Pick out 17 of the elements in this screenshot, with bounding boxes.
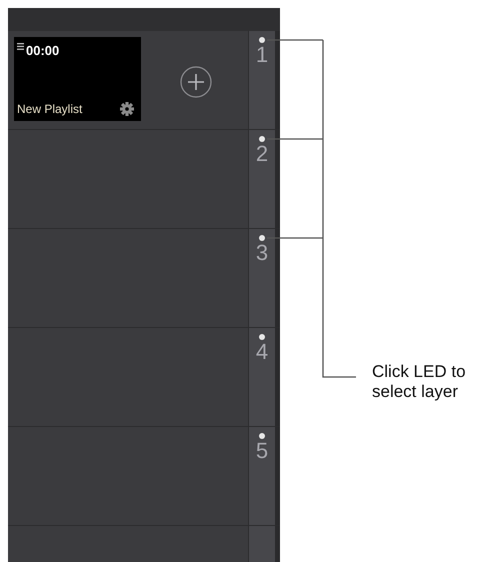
- playlist-card[interactable]: 00:00 New Playlist: [14, 37, 141, 121]
- layer-led[interactable]: [259, 433, 265, 439]
- layer-led[interactable]: [259, 136, 265, 142]
- layer-number: 1: [256, 44, 268, 66]
- callout-text: Click LED to select layer: [372, 362, 467, 403]
- layer-number: 2: [256, 143, 268, 165]
- layer-number: 3: [256, 242, 268, 264]
- add-icon[interactable]: [180, 66, 212, 98]
- list-icon: [17, 43, 24, 50]
- layer-led[interactable]: [259, 37, 265, 43]
- playlist-title: New Playlist: [17, 101, 82, 118]
- layer-number: 5: [256, 440, 268, 462]
- playlist-time: 00:00: [26, 42, 60, 60]
- layer-led[interactable]: [259, 235, 265, 241]
- layer-led[interactable]: [259, 334, 265, 340]
- settings-icon[interactable]: [120, 102, 134, 116]
- layer-number: 4: [256, 341, 268, 363]
